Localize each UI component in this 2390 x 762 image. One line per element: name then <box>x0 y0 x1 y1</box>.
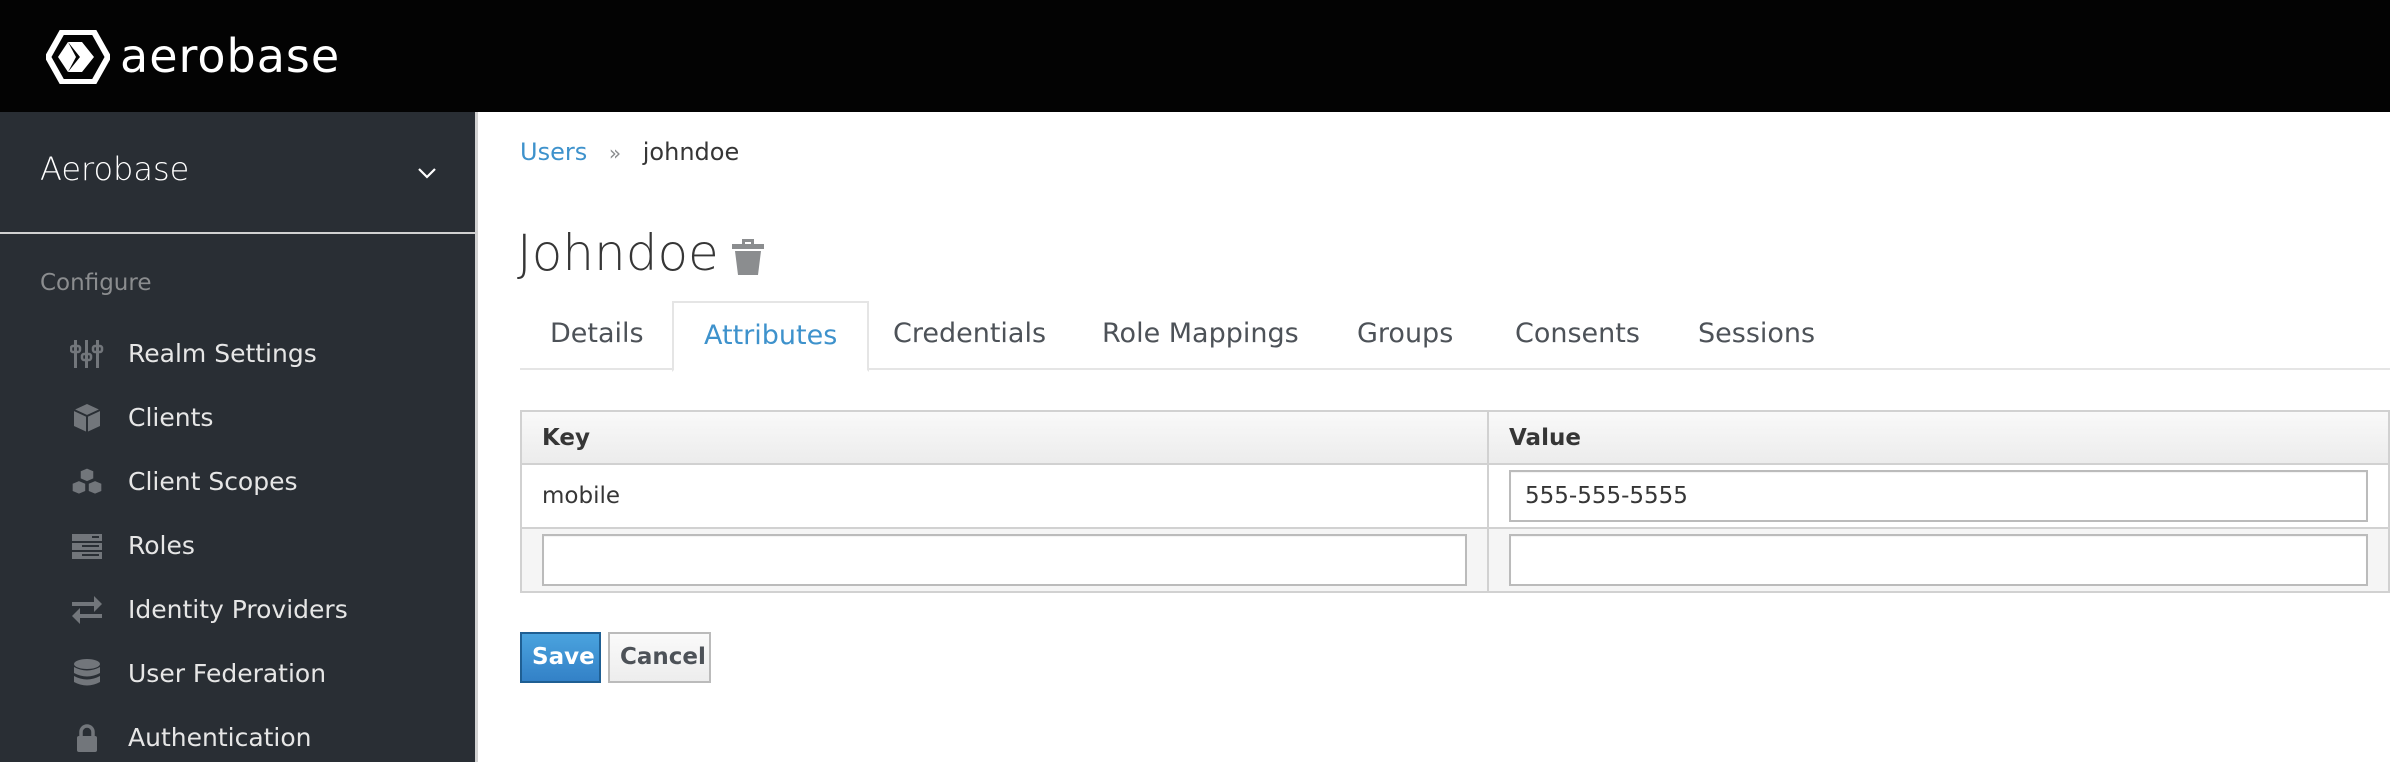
sidebar-item-roles[interactable]: Roles <box>0 518 475 574</box>
sidebar-item-client-scopes[interactable]: Client Scopes <box>0 454 475 510</box>
sidebar-item-label: Realm Settings <box>128 339 317 368</box>
user-tabs: Details Attributes Credentials Role Mapp… <box>520 301 2390 372</box>
tab-sessions[interactable]: Sessions <box>1668 301 1845 370</box>
sidebar-item-identity-providers[interactable]: Identity Providers <box>0 582 475 638</box>
sidebar: Aerobase Configure Realm Settings Client… <box>0 112 478 762</box>
tab-attributes[interactable]: Attributes <box>672 301 870 372</box>
trash-icon[interactable] <box>731 238 765 276</box>
database-icon <box>74 659 100 686</box>
realm-selector[interactable]: Aerobase <box>0 112 475 234</box>
sidebar-item-label: Roles <box>128 531 195 560</box>
aerobase-logo-icon[interactable] <box>46 30 110 84</box>
sidebar-item-clients[interactable]: Clients <box>0 390 475 446</box>
new-attribute-key-input[interactable] <box>542 534 1467 586</box>
breadcrumb-separator: » <box>608 141 622 165</box>
table-row: mobile <box>520 463 2390 529</box>
section-label-configure: Configure <box>40 270 152 296</box>
cube-icon <box>73 404 101 432</box>
sidebar-item-label: Clients <box>128 403 214 432</box>
new-attribute-value-input[interactable] <box>1509 534 2368 586</box>
sidebar-item-label: User Federation <box>128 659 327 688</box>
tab-details[interactable]: Details <box>520 301 674 370</box>
sidebar-item-authentication[interactable]: Authentication <box>0 710 475 762</box>
main-content: Users » johndoe Johndoe Details Attribut… <box>481 112 2390 762</box>
attribute-value-cell <box>1487 463 2390 529</box>
table-row-new <box>520 527 2390 593</box>
sidebar-item-label: Authentication <box>128 723 312 752</box>
breadcrumb-users-link[interactable]: Users <box>520 138 587 166</box>
cancel-button[interactable]: Cancel <box>608 632 711 683</box>
tab-role-mappings[interactable]: Role Mappings <box>1072 301 1329 370</box>
sidebar-item-label: Identity Providers <box>128 595 348 624</box>
cubes-icon <box>72 468 102 494</box>
table-header-row: Key Value <box>520 410 2390 465</box>
exchange-arrows-icon <box>72 596 102 624</box>
top-bar: aerobase <box>0 0 2390 112</box>
new-value-cell <box>1487 527 2390 593</box>
sidebar-item-realm-settings[interactable]: Realm Settings <box>0 326 475 382</box>
column-header-value: Value <box>1487 410 2390 465</box>
tab-groups[interactable]: Groups <box>1327 301 1483 370</box>
attribute-value-input[interactable] <box>1509 470 2368 522</box>
sidebar-item-label: Client Scopes <box>128 467 298 496</box>
realm-name: Aerobase <box>40 150 190 188</box>
breadcrumb: Users » johndoe <box>520 136 739 169</box>
attributes-table: Key Value mobile <box>520 410 2390 593</box>
sliders-icon <box>70 340 104 368</box>
save-button[interactable]: Save <box>520 632 601 683</box>
server-stack-icon <box>72 534 102 559</box>
lock-icon <box>77 724 97 752</box>
attribute-key-cell: mobile <box>520 463 1489 529</box>
breadcrumb-current: johndoe <box>642 138 740 166</box>
new-key-cell <box>520 527 1489 593</box>
tab-consents[interactable]: Consents <box>1485 301 1670 370</box>
sidebar-item-user-federation[interactable]: User Federation <box>0 646 475 702</box>
tab-credentials[interactable]: Credentials <box>863 301 1076 370</box>
column-header-key: Key <box>520 410 1489 465</box>
page-title: Johndoe <box>517 224 719 282</box>
chevron-down-icon <box>418 168 436 179</box>
brand-name[interactable]: aerobase <box>120 24 340 88</box>
